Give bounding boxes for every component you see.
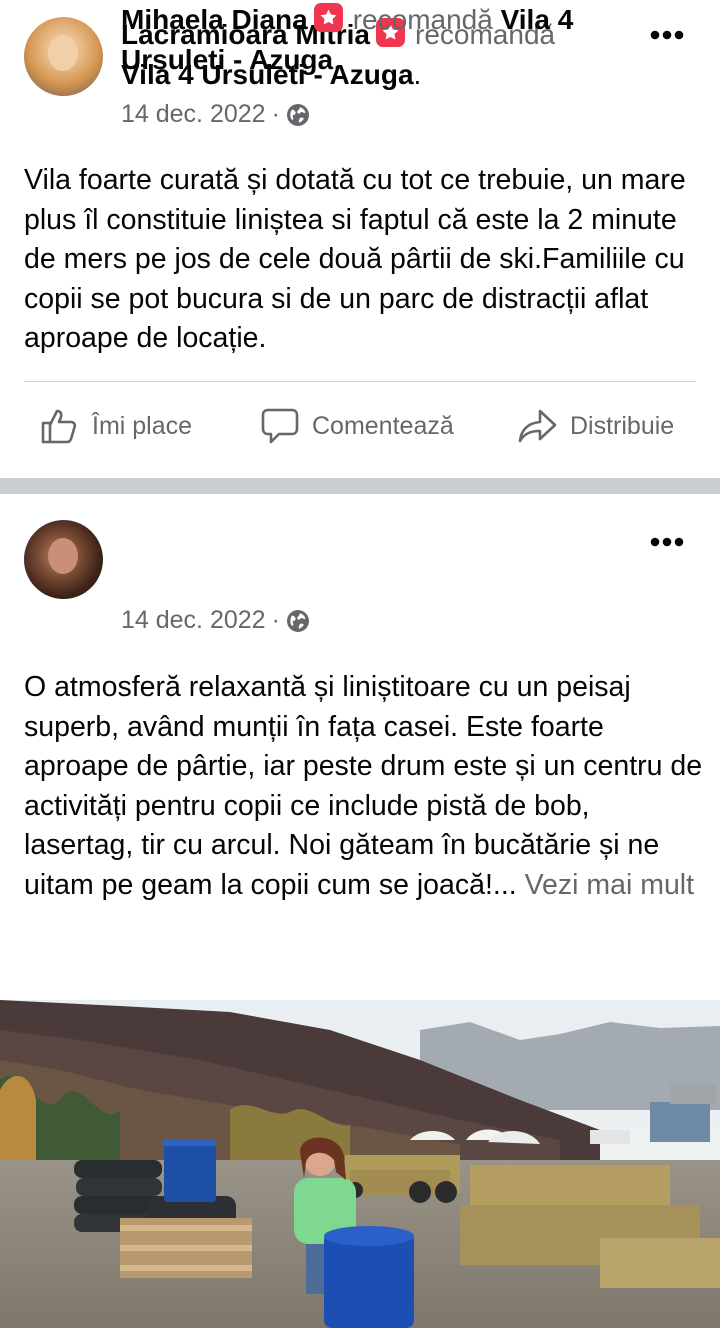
meta-separator: · <box>271 100 280 128</box>
see-more-link[interactable]: Vezi mai mult <box>525 869 694 901</box>
divider <box>24 381 696 382</box>
post-body: Vila foarte curată și dotată cu tot ce t… <box>24 164 686 354</box>
globe-icon <box>286 103 310 127</box>
post-meta: 14 dec. 2022 · <box>121 100 310 129</box>
comment-button[interactable]: Comentează <box>260 396 454 456</box>
post-photo[interactable] <box>0 1000 720 1328</box>
recommend-icon <box>313 3 343 32</box>
meta-separator: · <box>271 606 280 634</box>
feed-separator <box>0 478 720 494</box>
action-bar: Îmi place Comentează Distribuie <box>0 396 720 456</box>
globe-icon <box>286 609 310 633</box>
post-date[interactable]: 14 dec. 2022 <box>121 100 266 129</box>
post-meta: 14 dec. 2022 · <box>121 606 310 635</box>
post-card: 14 dec. 2022 · O atmosferă relaxantă și … <box>0 494 720 1328</box>
post-header: Mihaela Diana recomandă Vila 4 Ursuleti -… <box>121 3 574 75</box>
share-icon <box>518 409 557 443</box>
more-options-icon[interactable] <box>650 27 684 40</box>
comment-icon <box>261 408 299 444</box>
share-button[interactable]: Distribuie <box>518 396 674 456</box>
author-name[interactable]: Mihaela Diana <box>121 4 308 35</box>
like-button[interactable]: Îmi place <box>40 396 192 456</box>
like-label: Îmi place <box>92 411 193 440</box>
recommend-word: recomandă <box>352 4 493 35</box>
post-body: O atmosferă relaxantă și liniștitoare cu… <box>24 668 704 905</box>
author-avatar[interactable] <box>24 520 103 599</box>
post-date[interactable]: 14 dec. 2022 <box>121 606 266 635</box>
author-avatar[interactable] <box>24 17 103 96</box>
comment-label: Comentează <box>312 411 454 440</box>
more-options-icon[interactable] <box>650 534 684 547</box>
share-label: Distribuie <box>570 411 675 440</box>
post-body-text: O atmosferă relaxantă și liniștitoare cu… <box>24 671 703 901</box>
like-icon <box>41 409 77 444</box>
